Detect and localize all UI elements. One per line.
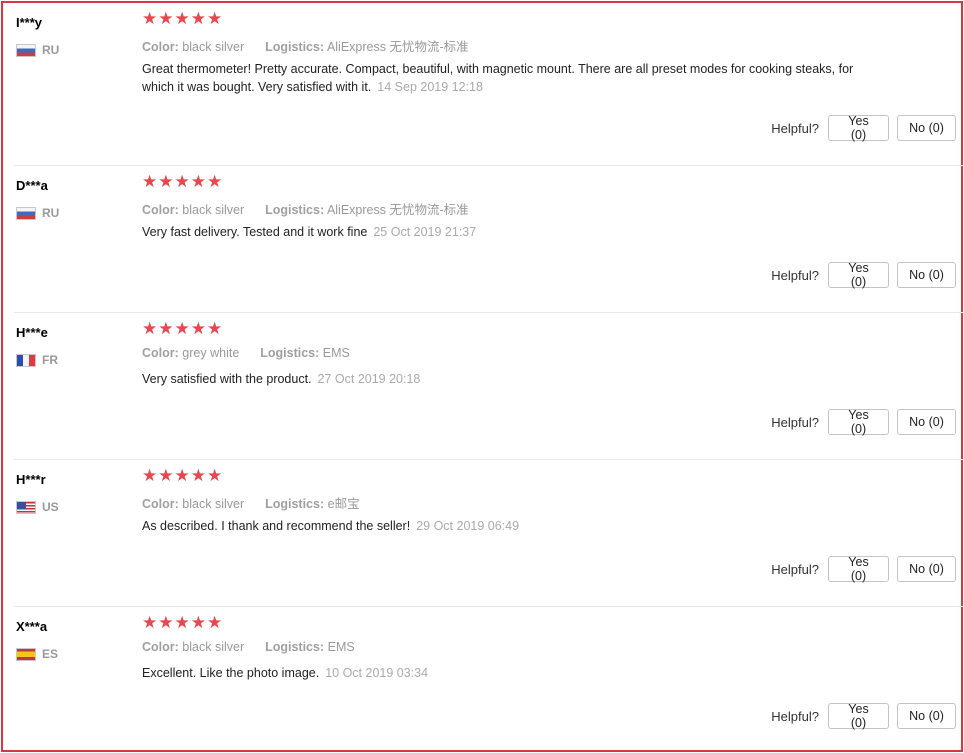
helpful-no-button[interactable]: No (0) xyxy=(897,409,956,435)
helpful-label: Helpful? xyxy=(771,708,819,724)
helpful-voting: Helpful? Yes (0) No (0) xyxy=(771,114,956,142)
star-rating: ★★★★★ xyxy=(142,466,224,486)
order-info: Color: grey white Logistics: EMS xyxy=(142,346,350,360)
helpful-no-button[interactable]: No (0) xyxy=(897,262,956,288)
review-text: Very satisfied with the product. xyxy=(142,372,312,386)
logistics-label: Logistics: xyxy=(265,497,325,511)
color-label: Color: xyxy=(142,40,179,54)
reviewer-country: FR xyxy=(16,353,58,367)
helpful-voting: Helpful? Yes (0) No (0) xyxy=(771,702,956,730)
logistics-value: AliExpress 无忧物流-标准 xyxy=(326,203,469,217)
reviewer-name: D***a xyxy=(16,178,48,193)
order-info: Color: black silver Logistics: EMS xyxy=(142,640,355,654)
color-label: Color: xyxy=(142,346,179,360)
review-content: Excellent. Like the photo image. 10 Oct 2… xyxy=(142,664,872,682)
star-rating: ★★★★★ xyxy=(142,9,224,29)
russia-flag-icon xyxy=(16,206,36,220)
color-label: Color: xyxy=(142,640,179,654)
helpful-yes-button[interactable]: Yes (0) xyxy=(828,555,889,583)
color-label: Color: xyxy=(142,497,179,511)
helpful-no-button[interactable]: No (0) xyxy=(897,115,956,141)
helpful-label: Helpful? xyxy=(771,267,819,283)
review-content: Great thermometer! Pretty accurate. Comp… xyxy=(142,60,872,96)
order-info: Color: black silver Logistics: e邮宝 xyxy=(142,493,360,512)
color-value: black silver xyxy=(182,640,245,654)
spain-flag-icon xyxy=(16,647,36,661)
color-value: grey white xyxy=(182,346,240,360)
russia-flag-icon xyxy=(16,43,36,57)
helpful-label: Helpful? xyxy=(771,120,819,136)
review-content: As described. I thank and recommend the … xyxy=(142,517,872,535)
order-info: Color: black silver Logistics: AliExpres… xyxy=(142,36,469,55)
reviewer-name: H***r xyxy=(16,472,46,487)
review-date: 27 Oct 2019 20:18 xyxy=(317,372,421,386)
star-rating: ★★★★★ xyxy=(142,172,224,192)
helpful-yes-button[interactable]: Yes (0) xyxy=(828,261,889,289)
color-label: Color: xyxy=(142,203,179,217)
review-date: 29 Oct 2019 06:49 xyxy=(416,519,520,533)
order-info: Color: black silver Logistics: AliExpres… xyxy=(142,199,469,218)
review-date: 14 Sep 2019 12:18 xyxy=(377,80,483,94)
logistics-label: Logistics: xyxy=(265,640,325,654)
review-text: Very fast delivery. Tested and it work f… xyxy=(142,225,368,239)
color-value: black silver xyxy=(182,203,245,217)
review-date: 25 Oct 2019 21:37 xyxy=(373,225,477,239)
helpful-no-button[interactable]: No (0) xyxy=(897,703,956,729)
star-rating: ★★★★★ xyxy=(142,613,224,633)
helpful-voting: Helpful? Yes (0) No (0) xyxy=(771,261,956,289)
helpful-label: Helpful? xyxy=(771,561,819,577)
helpful-voting: Helpful? Yes (0) No (0) xyxy=(771,408,956,436)
review-item: D***a RU ★★★★★ Color: black silver Logis… xyxy=(14,166,964,313)
review-item: H***r US ★★★★★ Color: black silver Logis… xyxy=(14,460,964,607)
reviewer-country: ES xyxy=(16,647,58,661)
helpful-yes-button[interactable]: Yes (0) xyxy=(828,114,889,142)
helpful-yes-button[interactable]: Yes (0) xyxy=(828,702,889,730)
helpful-label: Helpful? xyxy=(771,414,819,430)
review-text: Excellent. Like the photo image. xyxy=(142,666,320,680)
review-content: Very satisfied with the product. 27 Oct 2… xyxy=(142,370,872,388)
logistics-label: Logistics: xyxy=(260,346,320,360)
logistics-value: e邮宝 xyxy=(327,497,360,511)
review-item: X***a ES ★★★★★ Color: black silver Logis… xyxy=(14,607,964,750)
review-item: H***e FR ★★★★★ Color: grey white Logisti… xyxy=(14,313,964,460)
country-code: FR xyxy=(42,353,58,367)
color-value: black silver xyxy=(182,40,245,54)
reviewer-name: I***y xyxy=(16,15,43,30)
helpful-no-button[interactable]: No (0) xyxy=(897,556,956,582)
helpful-yes-button[interactable]: Yes (0) xyxy=(828,408,889,436)
review-text: Great thermometer! Pretty accurate. Comp… xyxy=(142,62,854,94)
star-rating: ★★★★★ xyxy=(142,319,224,339)
usa-flag-icon xyxy=(16,500,36,514)
country-code: US xyxy=(42,500,59,514)
reviewer-country: US xyxy=(16,500,59,514)
country-code: RU xyxy=(42,206,60,220)
country-code: RU xyxy=(42,43,60,57)
review-date: 10 Oct 2019 03:34 xyxy=(325,666,429,680)
helpful-voting: Helpful? Yes (0) No (0) xyxy=(771,555,956,583)
logistics-value: AliExpress 无忧物流-标准 xyxy=(326,40,469,54)
reviewer-name: X***a xyxy=(16,619,48,634)
color-value: black silver xyxy=(182,497,245,511)
logistics-label: Logistics: xyxy=(265,203,325,217)
reviewer-country: RU xyxy=(16,43,59,57)
reviews-panel: I***y RU ★★★★★ Color: black silver Logis… xyxy=(1,1,964,752)
logistics-label: Logistics: xyxy=(265,40,325,54)
logistics-value: EMS xyxy=(327,640,355,654)
review-text: As described. I thank and recommend the … xyxy=(142,519,411,533)
review-content: Very fast delivery. Tested and it work f… xyxy=(142,223,872,241)
france-flag-icon xyxy=(16,353,36,367)
reviewer-country: RU xyxy=(16,206,59,220)
country-code: ES xyxy=(42,647,59,661)
logistics-value: EMS xyxy=(322,346,350,360)
reviewer-name: H***e xyxy=(16,325,48,340)
review-item: I***y RU ★★★★★ Color: black silver Logis… xyxy=(14,3,964,166)
